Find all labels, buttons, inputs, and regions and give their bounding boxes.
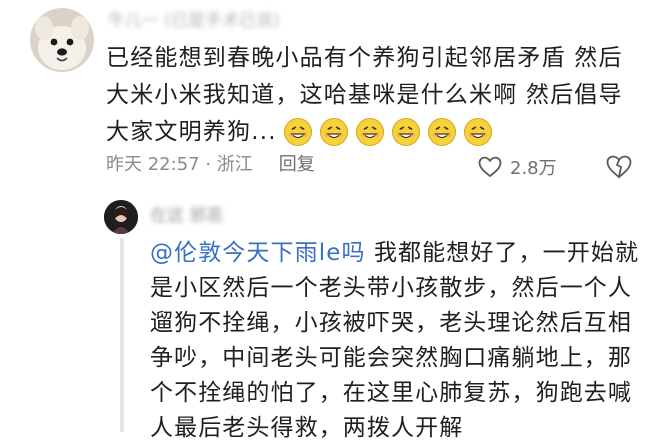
like-count: 2.8万 [510,158,557,179]
mention-link[interactable]: @伦敦今天下雨le吗 [150,240,366,266]
grin-emoji-icon [391,117,421,147]
reply-text: 我都能想好了，一开始就是小区然后一个老头带小孩散步，然后一个人遛狗不拴绳，小孩被… [150,240,640,441]
comment-body: 已经能想到春晚小品有个养狗引起邻居矛盾 然后 大米小米我知道，这哈基咪是什么米啊… [106,40,638,159]
grin-emoji-icon [283,117,313,147]
grin-emoji-icon [427,117,457,147]
reply-avatar[interactable] [104,200,138,234]
grin-emoji-icon [355,117,385,147]
dislike-button[interactable] [606,155,632,179]
broken-heart-icon [606,155,632,179]
reply-username[interactable]: 在这 邪恶 [150,202,270,230]
comment-meta: 昨天 22:57 · 浙江 回复 [106,154,315,175]
reply-thread: 在这 邪恶 @伦敦今天下雨le吗 我都能想好了，一开始就是小区然后一个老头带小孩… [100,198,660,441]
comment-time: 昨天 22:57 [106,154,200,175]
comment-location: 浙江 [216,154,253,175]
like-button[interactable]: 2.8万 [478,152,557,182]
grin-emoji-icon [319,117,349,147]
reply-button[interactable]: 回复 [279,154,315,175]
heart-icon [478,156,502,178]
commenter-username[interactable]: 牛儿一 (已是手术已说) [108,8,348,34]
emoji-group [283,117,499,159]
grin-emoji-icon [463,117,493,147]
reply-quote-bar [120,238,124,432]
commenter-avatar[interactable] [30,8,94,72]
reply-body: @伦敦今天下雨le吗 我都能想好了，一开始就是小区然后一个老头带小孩散步，然后一… [150,236,640,446]
